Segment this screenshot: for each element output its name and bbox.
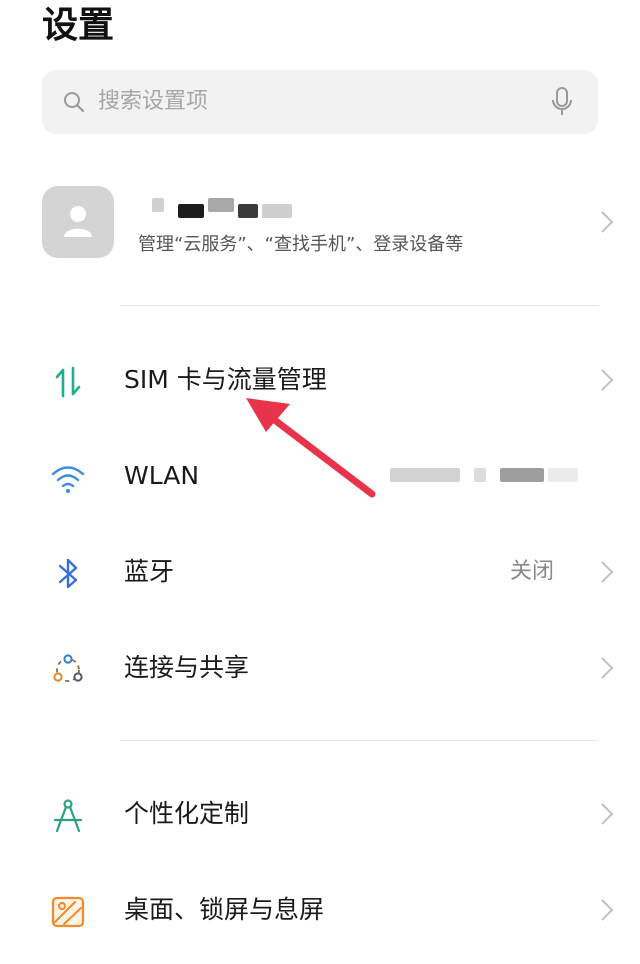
settings-item-label: 个性化定制 (124, 799, 250, 828)
settings-item-wallpaper-lockscreen[interactable]: 桌面、锁屏与息屏 (0, 862, 640, 958)
user-icon (64, 206, 92, 237)
chevron-right-icon (601, 561, 614, 583)
chevron-right-icon (601, 803, 614, 825)
search-bar[interactable]: 搜索设置项 (42, 70, 598, 134)
chevron-right-icon (601, 211, 614, 233)
settings-item-wlan[interactable]: WLAN (0, 428, 640, 524)
page-title: 设置 (42, 5, 115, 46)
personalization-compass-icon (53, 799, 83, 833)
wifi-icon (51, 466, 85, 493)
connection-sharing-icon (53, 654, 83, 682)
sim-data-arrows-icon (55, 366, 81, 398)
account-subtitle: 管理“云服务”、“查找手机”、登录设备等 (138, 234, 464, 255)
settings-item-personalization[interactable]: 个性化定制 (0, 766, 640, 862)
wlan-network-name-redacted (390, 468, 600, 482)
bluetooth-icon (58, 558, 78, 589)
search-input[interactable]: 搜索设置项 (98, 70, 208, 134)
settings-item-sim[interactable]: SIM 卡与流量管理 (0, 332, 640, 428)
settings-item-label: 连接与共享 (124, 653, 250, 682)
bluetooth-status: 关闭 (509, 559, 554, 584)
settings-screen: 设置 搜索设置项 管理“云服务”、“查找手机”、登录设备等 SIM 卡与流量管理… (0, 0, 640, 964)
settings-item-label: SIM 卡与流量管理 (124, 365, 327, 394)
divider (120, 305, 598, 306)
account-name-redacted (138, 198, 308, 220)
settings-item-connection-sharing[interactable]: 连接与共享 (0, 620, 640, 716)
chevron-right-icon (601, 899, 614, 921)
settings-item-label: 蓝牙 (124, 557, 175, 586)
chevron-right-icon (601, 369, 614, 391)
settings-item-label: WLAN (124, 461, 200, 490)
settings-item-bluetooth[interactable]: 蓝牙 关闭 (0, 524, 640, 620)
chevron-right-icon (601, 657, 614, 679)
divider (120, 740, 598, 741)
microphone-icon[interactable] (550, 86, 574, 118)
account-card[interactable]: 管理“云服务”、“查找手机”、登录设备等 (0, 168, 640, 280)
avatar (42, 186, 114, 258)
settings-item-label: 桌面、锁屏与息屏 (124, 895, 325, 924)
wallpaper-icon (51, 896, 85, 928)
search-icon (64, 92, 85, 113)
